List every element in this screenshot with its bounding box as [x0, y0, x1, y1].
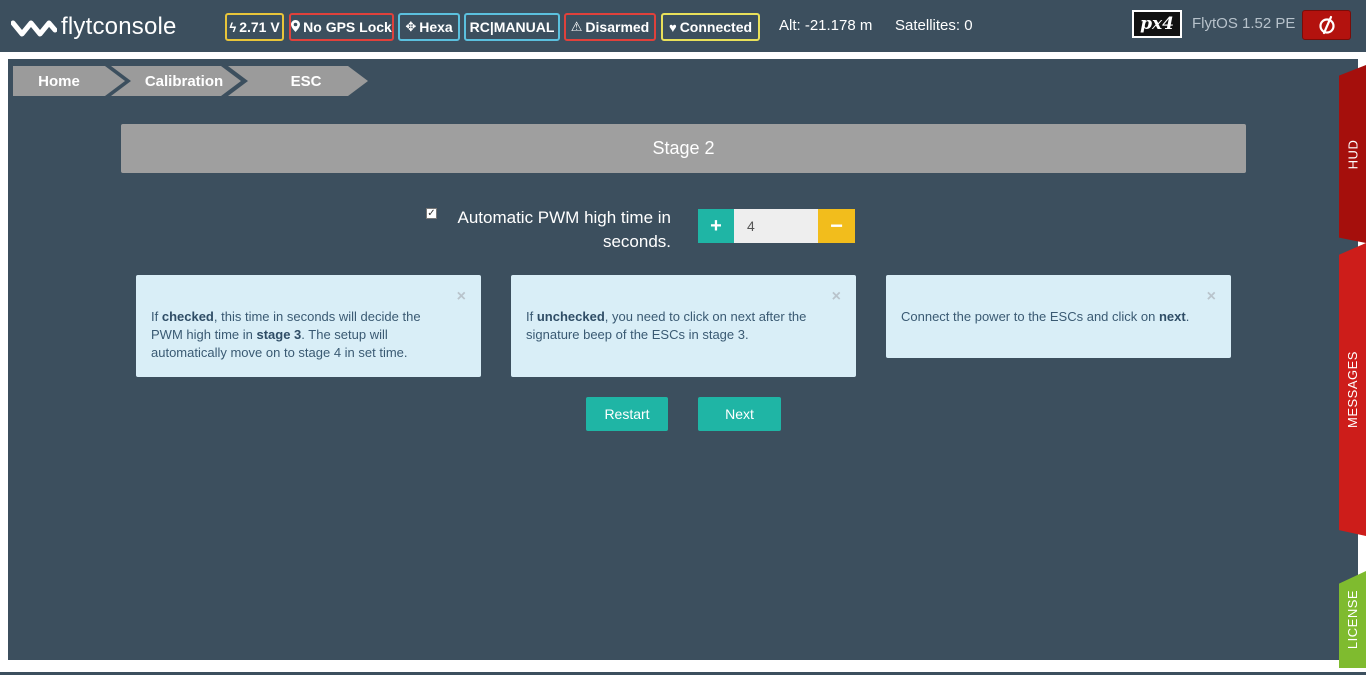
info-text: Connect the power to the ESCs and click … [901, 309, 1159, 324]
breadcrumb-esc[interactable]: ESC [228, 66, 368, 96]
bolt-icon: ϟ [229, 19, 237, 35]
px4-logo: px4 [1132, 10, 1182, 38]
rc-mode-badge: RC|MANUAL [464, 13, 560, 41]
info-emphasis: checked [161, 309, 214, 324]
power-icon [1318, 15, 1335, 35]
flyt-wave-icon [11, 20, 57, 37]
os-version: FlytOS 1.52 PE [1192, 15, 1296, 32]
auto-pwm-checkbox[interactable]: ✓ [426, 208, 437, 219]
info-box-power: × Connect the power to the ESCs and clic… [886, 275, 1231, 358]
info-box-checked: × If checked, this time in seconds will … [136, 275, 481, 377]
increment-button[interactable]: + [698, 209, 734, 243]
gps-badge: No GPS Lock [289, 13, 394, 41]
close-icon[interactable]: × [832, 289, 841, 305]
breadcrumb-home[interactable]: Home [13, 66, 125, 96]
close-icon[interactable]: × [1207, 289, 1216, 305]
close-icon[interactable]: × [457, 289, 466, 305]
top-bar: flytconsole ϟ 2.71 V No GPS Lock ✥ Hexa RC… [0, 0, 1366, 52]
license-tab[interactable]: LICENSE [1339, 571, 1366, 668]
move-arrows-icon: ✥ [405, 19, 417, 34]
pwm-time-input[interactable] [734, 209, 818, 243]
warning-triangle-icon: ⚠ [570, 19, 583, 34]
flytconsole-logo[interactable]: flytconsole [11, 13, 177, 41]
info-emphasis: unchecked [536, 309, 605, 324]
next-button[interactable]: Next [698, 397, 781, 431]
info-text: If [526, 309, 537, 324]
license-tab-label: LICENSE [1345, 589, 1361, 650]
stage-header: Stage 2 [121, 124, 1246, 173]
info-text: . [1185, 309, 1190, 324]
messages-tab[interactable]: MESSAGES [1339, 243, 1366, 536]
altitude-readout: Alt: -21.178 m [779, 17, 873, 34]
voltage-badge: ϟ 2.71 V [225, 13, 284, 41]
info-text: If [151, 309, 162, 324]
shutdown-button[interactable] [1302, 10, 1351, 40]
hud-tab[interactable]: HUD [1339, 65, 1366, 243]
frame-badge: ✥ Hexa [398, 13, 460, 41]
info-emphasis: stage 3 [256, 327, 302, 342]
heart-icon: ♥ [668, 19, 677, 35]
messages-tab-label: MESSAGES [1345, 351, 1360, 428]
info-box-unchecked: × If unchecked, you need to click on nex… [511, 275, 856, 377]
hud-tab-label: HUD [1345, 139, 1361, 169]
auto-pwm-label: Automatic PWM high time in seconds. [457, 208, 671, 251]
logo-text: flytconsole [61, 13, 177, 40]
restart-button[interactable]: Restart [586, 397, 668, 431]
pwm-time-stepper: + − [698, 209, 855, 243]
map-marker-icon [291, 19, 301, 35]
info-emphasis: next [1158, 309, 1186, 324]
arm-state-badge: ⚠ Disarmed [564, 13, 656, 41]
breadcrumb-calibration[interactable]: Calibration [111, 66, 241, 96]
main-panel: ESC Calibration Home Stage 2 ✓ Automatic… [8, 59, 1358, 660]
satellites-readout: Satellites: 0 [895, 17, 973, 34]
decrement-button[interactable]: − [818, 209, 855, 243]
connection-badge: ♥ Connected [661, 13, 760, 41]
